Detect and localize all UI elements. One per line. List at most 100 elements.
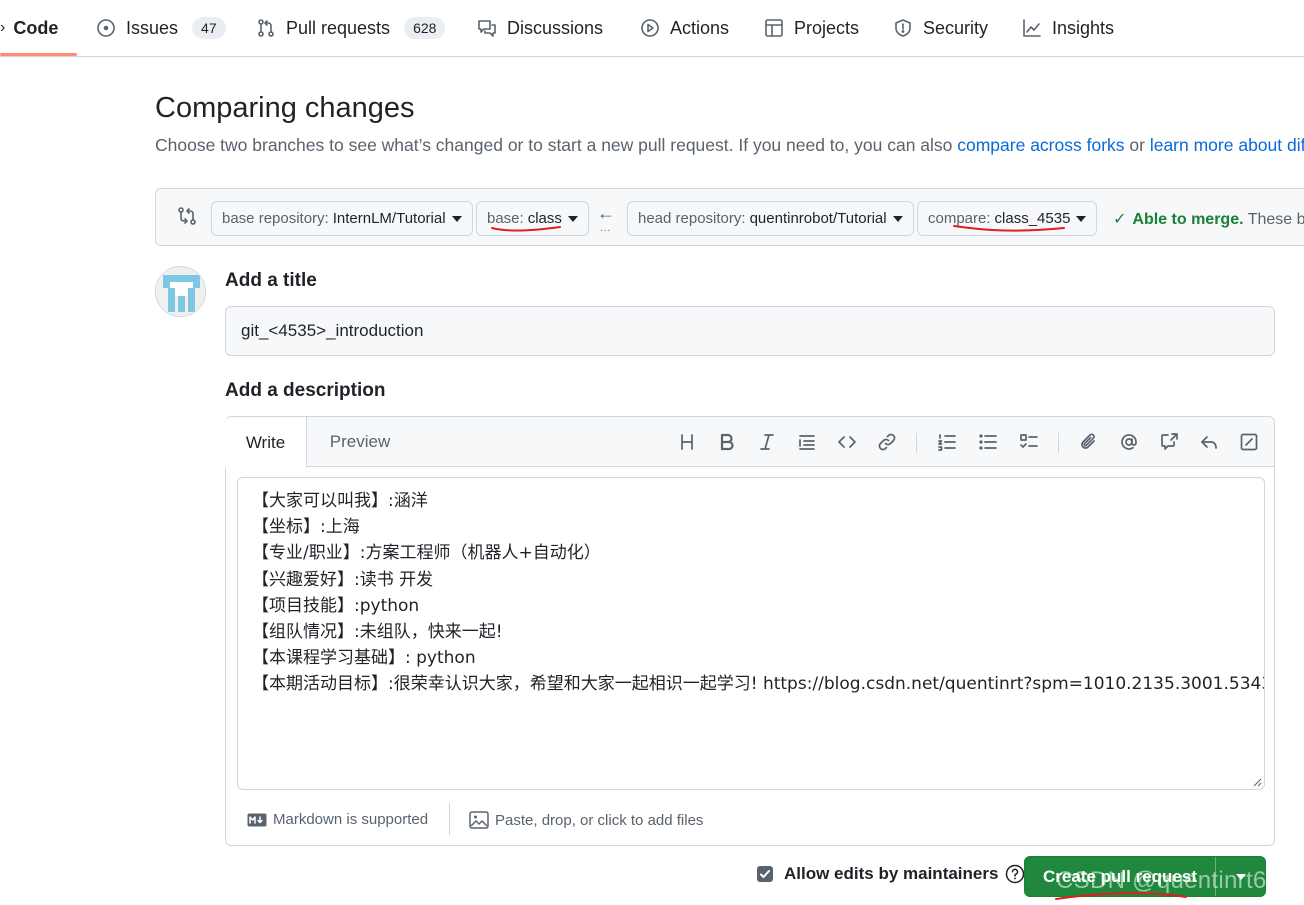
- question-icon[interactable]: [1005, 864, 1025, 884]
- description-line: 【项目技能】:python: [252, 595, 420, 616]
- checkmark-icon: [760, 870, 770, 878]
- toolbar-divider: [1058, 433, 1059, 453]
- reply-icon: [1201, 436, 1217, 449]
- fullscreen-button[interactable]: [1238, 431, 1260, 453]
- list-ordered-icon: [938, 434, 956, 451]
- base-repository-label: base repository:: [222, 210, 329, 227]
- title-label: Add a title: [225, 270, 317, 291]
- caret-down-icon: [451, 216, 462, 222]
- base-branch-label: base:: [487, 210, 524, 227]
- allow-edits-option[interactable]: Allow edits by maintainers: [757, 864, 1025, 884]
- tab-security[interactable]: Security: [893, 0, 988, 56]
- play-icon: [641, 19, 659, 37]
- image-icon: [469, 811, 489, 829]
- subtitle-text: Choose two branches to see what’s change…: [155, 135, 958, 155]
- tab-projects[interactable]: Projects: [764, 0, 859, 56]
- resize-grip-icon[interactable]: [1252, 777, 1262, 787]
- editor-footer: Markdown is supported Paste, drop, or cl…: [226, 797, 1274, 845]
- code-button[interactable]: [836, 431, 858, 453]
- compare-across-forks-link[interactable]: compare across forks: [957, 135, 1124, 155]
- markdown-note: Markdown is supported: [273, 811, 429, 828]
- issues-counter: 47: [192, 17, 226, 39]
- caret-down-icon: [567, 216, 578, 222]
- attach-note: Paste, drop, or click to add files: [495, 811, 704, 829]
- subtitle-or: or: [1124, 135, 1150, 155]
- tab-code[interactable]: › Code: [0, 0, 58, 56]
- caret-down-icon: [892, 216, 903, 222]
- tab-pull-requests[interactable]: Pull requests 628: [256, 0, 446, 56]
- merge-ok-text: Able to merge.: [1132, 211, 1244, 228]
- attach-files-button[interactable]: Paste, drop, or click to add files: [469, 811, 703, 829]
- head-repository-value: quentinrobot/Tutorial: [749, 210, 887, 227]
- code-icon: [838, 436, 856, 448]
- mention-icon: [1121, 434, 1137, 450]
- tasklist-icon: [1020, 434, 1038, 448]
- tab-issues[interactable]: Issues 47: [96, 0, 226, 56]
- compare-bar: base repository: InternLM/Tutorial base:…: [155, 188, 1304, 246]
- pr-title-input[interactable]: [225, 306, 1275, 356]
- description-line: 【兴趣爱好】:读书 开发: [252, 569, 434, 590]
- reference-button[interactable]: [1158, 431, 1180, 453]
- description-line: 【坐标】:上海: [252, 517, 360, 538]
- description-line: 【本课程学习基础】: python: [252, 648, 476, 669]
- description-label: Add a description: [225, 380, 386, 401]
- base-repository-select[interactable]: base repository: InternLM/Tutorial: [211, 201, 473, 236]
- heading-button[interactable]: [676, 431, 698, 453]
- table-icon: [765, 19, 783, 37]
- arrow-dots: ...: [600, 223, 612, 234]
- description-line: 【专业/职业】:方案工程师（机器人+自动化）: [252, 543, 601, 564]
- mention-button[interactable]: [1118, 431, 1140, 453]
- markdown-supported-link[interactable]: Markdown is supported: [247, 811, 428, 828]
- base-branch-select[interactable]: base: class: [476, 201, 589, 236]
- tab-actions-label: Actions: [670, 17, 730, 38]
- numbered-list-button[interactable]: [936, 431, 958, 453]
- identicon-icon: [156, 267, 205, 316]
- git-compare-icon: [176, 205, 198, 227]
- description-line: 【大家可以叫我】:涵洋: [252, 491, 428, 511]
- editor-toolbar: Write Preview: [225, 417, 1274, 468]
- toolbar-divider: [916, 433, 917, 453]
- italic-icon: [760, 434, 774, 450]
- caret-down-icon: [1076, 216, 1087, 222]
- allow-edits-checkbox[interactable]: [757, 866, 773, 882]
- tab-discussions[interactable]: Discussions: [477, 0, 603, 56]
- list-unordered-icon: [979, 434, 997, 450]
- learn-more-link[interactable]: learn more about dif: [1150, 135, 1304, 155]
- link-button[interactable]: [876, 431, 898, 453]
- csdn-watermark: CSDN @quentinrt665: [1056, 867, 1294, 894]
- tab-write[interactable]: Write: [225, 417, 307, 468]
- tab-issues-label: Issues: [126, 17, 179, 38]
- tab-code-label: Code: [13, 17, 59, 38]
- tab-discussions-label: Discussions: [507, 17, 604, 38]
- tab-preview[interactable]: Preview: [308, 417, 412, 467]
- compare-branch-label: compare:: [928, 210, 991, 227]
- bulleted-list-button[interactable]: [977, 431, 999, 453]
- quote-button[interactable]: [796, 431, 818, 453]
- repo-nav: › Code Issues 47 Pull requests 628 Discu…: [0, 0, 1304, 57]
- pulls-counter: 628: [404, 17, 446, 39]
- italic-button[interactable]: [756, 431, 778, 453]
- description-line: 【本期活动目标】:很荣幸认识大家，希望和大家一起相识一起学习! https://…: [252, 674, 1265, 695]
- avatar[interactable]: [155, 266, 206, 317]
- task-list-button[interactable]: [1018, 431, 1040, 453]
- attach-button[interactable]: [1078, 431, 1100, 453]
- head-repository-select[interactable]: head repository: quentinrobot/Tutorial: [627, 201, 914, 236]
- saved-replies-button[interactable]: [1198, 431, 1220, 453]
- description-textarea[interactable]: 【大家可以叫我】:涵洋 【坐标】:上海 【专业/职业】:方案工程师（机器人+自动…: [237, 477, 1265, 790]
- description-line: 【组队情况】:未组队，快来一起!: [252, 622, 503, 643]
- compare-branch-value: class_4535: [994, 210, 1071, 227]
- quote-icon: [799, 435, 815, 450]
- check-icon: ✓: [1113, 211, 1127, 228]
- active-tab-underline: [0, 53, 77, 56]
- head-repository-label: head repository:: [638, 210, 746, 227]
- cross-reference-icon: [1161, 433, 1178, 450]
- bold-button[interactable]: [716, 431, 738, 453]
- footer-divider: [449, 803, 450, 835]
- compare-branch-select[interactable]: compare: class_4535: [917, 201, 1098, 236]
- graph-icon: [1023, 19, 1041, 37]
- tab-pull-requests-label: Pull requests: [286, 17, 391, 38]
- tab-insights[interactable]: Insights: [1022, 0, 1114, 56]
- git-pull-request-icon: [258, 19, 274, 37]
- merge-rest-text: These b: [1243, 211, 1304, 228]
- tab-actions[interactable]: Actions: [640, 0, 729, 56]
